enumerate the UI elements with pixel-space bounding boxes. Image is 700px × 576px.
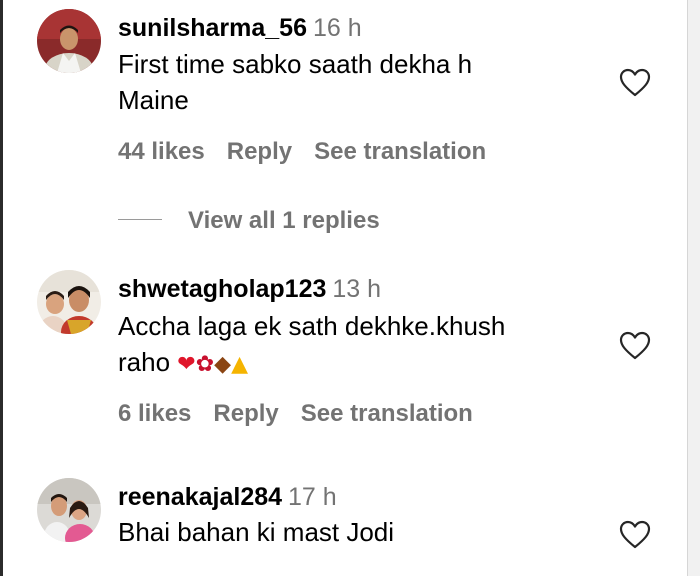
see-translation-button[interactable]: See translation <box>301 400 473 427</box>
comment-text-line: Bhai bahan ki mast Jodi <box>118 517 395 547</box>
comment-text-line: raho <box>118 347 171 377</box>
username[interactable]: sunilsharma_56 <box>118 14 307 42</box>
like-heart-icon[interactable] <box>619 331 651 361</box>
chocolate-bar-icon: ◆ <box>214 352 232 377</box>
reply-button[interactable]: Reply <box>213 400 278 427</box>
avatar-image <box>37 478 101 542</box>
avatar-image <box>37 9 101 73</box>
likes-count[interactable]: 6 likes <box>118 400 191 427</box>
reply-button[interactable]: Reply <box>227 138 292 165</box>
username[interactable]: shwetagholap123 <box>118 275 326 303</box>
avatar[interactable] <box>37 478 101 542</box>
comment-text: First time sabko saath dekha h Maine <box>118 46 588 118</box>
view-replies-label[interactable]: View all 1 replies <box>188 207 380 234</box>
comment-text: Bhai bahan ki mast Jodi <box>118 514 588 550</box>
like-heart-icon[interactable] <box>619 68 651 98</box>
avatar[interactable] <box>37 270 101 334</box>
comment-actions: 44 likes Reply See translation <box>118 137 508 167</box>
timestamp: 13 h <box>332 275 382 303</box>
folded-hands-icon: ▲ <box>231 352 248 377</box>
comment-3: reenakajal284 17 h Bhai bahan ki mast Jod… <box>0 470 688 576</box>
red-heart-icon: ❤ <box>177 352 196 377</box>
likes-count[interactable]: 44 likes <box>118 138 205 165</box>
comment-actions: 6 likes Reply See translation <box>118 399 495 429</box>
avatar-image <box>37 270 101 334</box>
comment-text: Accha laga ek sath dekhke.khush raho ❤✿◆… <box>118 308 588 383</box>
view-replies-button[interactable]: View all 1 replies <box>118 206 380 236</box>
scrollbar[interactable] <box>687 0 700 576</box>
comment-2: shwetagholap123 13 h Accha laga ek sath d… <box>0 260 688 460</box>
timestamp: 16 h <box>313 14 362 42</box>
replies-divider <box>118 219 162 221</box>
like-heart-icon[interactable] <box>619 520 651 550</box>
comment-text-line-2: raho ❤✿◆▲ <box>118 344 588 383</box>
rose-icon: ✿ <box>195 352 215 377</box>
timestamp: 17 h <box>288 483 337 511</box>
comment-text-line: First time sabko saath dekha h <box>118 49 473 79</box>
username[interactable]: reenakajal284 <box>118 483 282 511</box>
see-translation-button[interactable]: See translation <box>314 138 486 165</box>
comment-text-line: Accha laga ek sath dekhke.khush <box>118 311 506 341</box>
avatar[interactable] <box>37 9 101 73</box>
comment-text-line: Maine <box>118 85 189 115</box>
comment-1: sunilsharma_56 16 h First time sabko saat… <box>0 0 688 240</box>
